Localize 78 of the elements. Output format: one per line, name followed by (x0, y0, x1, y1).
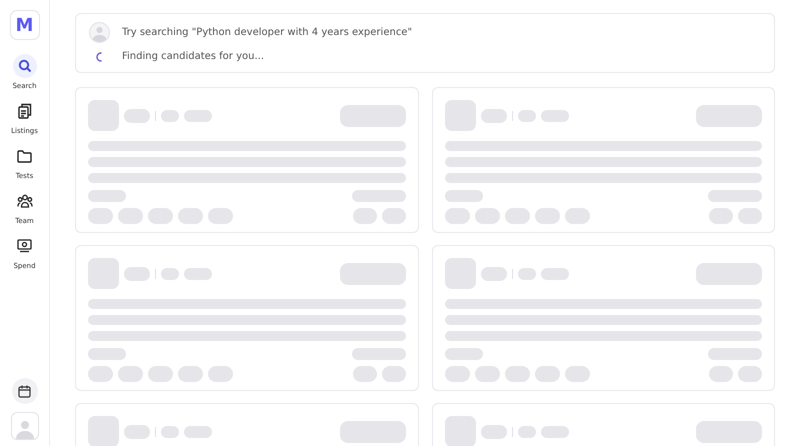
placeholder-bar (352, 190, 406, 202)
user-avatar-icon (88, 22, 110, 43)
placeholder-bar (340, 262, 406, 284)
placeholder-bar (518, 110, 536, 122)
logo[interactable]: M (10, 10, 40, 40)
placeholder-bar (118, 366, 143, 382)
placeholder-bar (352, 366, 376, 382)
documents-icon (18, 103, 32, 119)
placeholder-bar (124, 108, 150, 122)
placeholder-bar (504, 208, 530, 224)
placeholder-bar (444, 416, 476, 446)
placeholder-bar (540, 268, 568, 280)
placeholder-bar (208, 208, 233, 224)
placeholder-bar (184, 110, 212, 122)
placeholder-bar (148, 208, 173, 224)
loading-spinner-icon (96, 52, 102, 62)
folder-icon (17, 150, 32, 162)
loading-status: Finding candidates for you... (122, 51, 264, 62)
placeholder-bar (208, 366, 233, 382)
placeholder-bar (161, 268, 179, 280)
placeholder-bar (480, 108, 506, 122)
calendar-icon (18, 384, 31, 398)
placeholder-bar (474, 366, 500, 382)
placeholder-bar (352, 348, 406, 360)
placeholder-bar (444, 190, 482, 202)
placeholder-bar (518, 268, 536, 280)
placeholder-bar (88, 208, 113, 224)
placeholder-bar (444, 100, 476, 131)
placeholder-bar (340, 104, 406, 126)
placeholder-bar (340, 420, 406, 442)
calendar-button[interactable] (12, 378, 38, 404)
placeholder-bar (88, 258, 119, 289)
placeholder-bar (474, 208, 500, 224)
placeholder-bar (696, 420, 762, 442)
placeholder-bar (124, 266, 150, 280)
placeholder-bar (88, 416, 119, 446)
placeholder-bar (518, 426, 536, 438)
placeholder-bar (540, 426, 568, 438)
placeholder-bar (88, 348, 126, 360)
placeholder-bar (184, 426, 212, 438)
placeholder-bar (178, 208, 203, 224)
placeholder-bar (564, 366, 590, 382)
placeholder-bar (444, 366, 470, 382)
placeholder-bar (696, 104, 762, 126)
placeholder-bar (88, 366, 113, 382)
placeholder-bar (118, 208, 143, 224)
placeholder-bar (708, 348, 762, 360)
placeholder-bar (708, 190, 762, 202)
placeholder-bar (709, 366, 733, 382)
placeholder-bar (738, 366, 762, 382)
placeholder-bar (534, 208, 560, 224)
placeholder-bar (148, 366, 173, 382)
search-hint: Try searching "Python developer with 4 years experience" (122, 27, 412, 38)
search-icon (18, 59, 32, 73)
placeholder-bar (352, 208, 376, 224)
placeholder-bar (382, 208, 406, 224)
placeholder-bar (480, 424, 506, 438)
placeholder-bar (540, 110, 568, 122)
placeholder-bar (534, 366, 560, 382)
placeholder-bar (738, 208, 762, 224)
banknote-icon (17, 239, 32, 253)
placeholder-bar (88, 100, 119, 131)
placeholder-bar (504, 366, 530, 382)
placeholder-bar (184, 268, 212, 280)
placeholder-bar (161, 110, 179, 122)
placeholder-bar (161, 426, 179, 438)
placeholder-bar (124, 424, 150, 438)
people-icon (16, 194, 32, 208)
placeholder-bar (444, 348, 482, 360)
placeholder-bar (178, 366, 203, 382)
placeholder-bar (480, 266, 506, 280)
placeholder-bar (444, 258, 476, 289)
placeholder-bar (88, 190, 126, 202)
placeholder-bar (444, 208, 470, 224)
placeholder-bar (696, 262, 762, 284)
placeholder-bar (709, 208, 733, 224)
placeholder-bar (564, 208, 590, 224)
placeholder-bar (382, 366, 406, 382)
